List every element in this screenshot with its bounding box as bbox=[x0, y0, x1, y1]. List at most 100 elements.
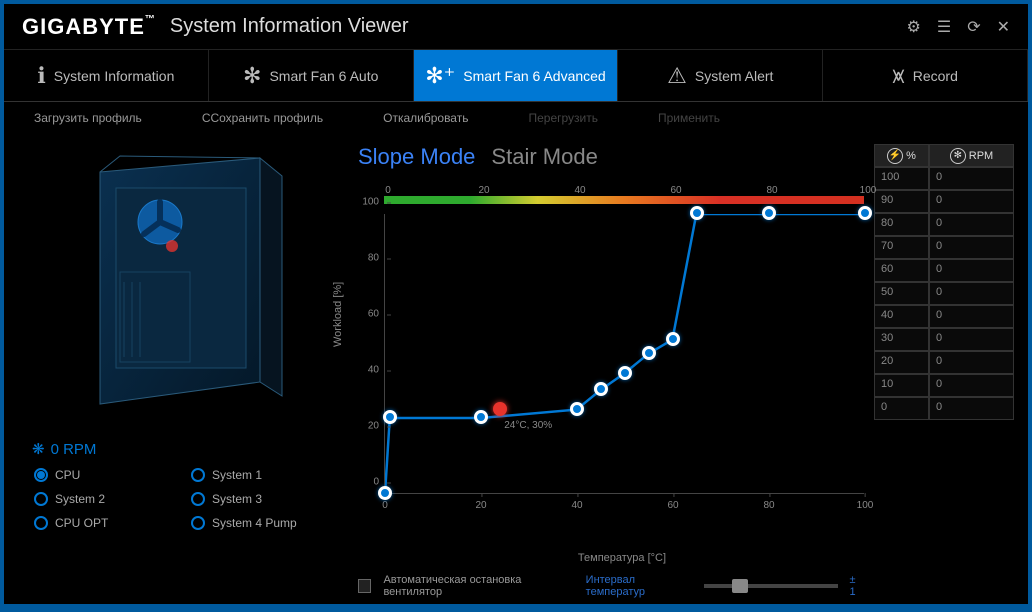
table-row[interactable]: 200 bbox=[874, 351, 1014, 374]
cell-rpm: 0 bbox=[929, 282, 1014, 305]
cell-pct: 90 bbox=[874, 190, 929, 213]
auto-stop-checkbox[interactable] bbox=[358, 579, 371, 593]
rpm-section: ❋ 0 RPM CPU System 1 System 2 System 3 CPU O… bbox=[18, 440, 328, 530]
radio-icon bbox=[191, 468, 205, 482]
curve-point[interactable] bbox=[570, 402, 584, 416]
interval-value: ± 1 bbox=[850, 574, 865, 598]
curve-point[interactable] bbox=[762, 206, 776, 220]
cell-rpm: 0 bbox=[929, 167, 1014, 190]
subnav-item-0[interactable]: Загрузить профиль bbox=[34, 111, 142, 125]
table-row[interactable]: 400 bbox=[874, 305, 1014, 328]
fan-radio-system-2[interactable]: System 2 bbox=[34, 492, 171, 506]
fan-small-icon: ✻ bbox=[950, 148, 966, 164]
curve-point[interactable] bbox=[666, 332, 680, 346]
radio-icon bbox=[34, 492, 48, 506]
interval-slider[interactable] bbox=[704, 584, 837, 588]
table-row[interactable]: 700 bbox=[874, 236, 1014, 259]
cell-rpm: 0 bbox=[929, 305, 1014, 328]
radio-icon bbox=[34, 516, 48, 530]
xtick: 60 bbox=[667, 500, 678, 511]
cell-pct: 20 bbox=[874, 351, 929, 374]
y-axis-label: Workload [%] bbox=[332, 282, 344, 347]
subnav-item-2[interactable]: Откалибровать bbox=[383, 111, 468, 125]
title-icon-group: ⚙ ☰ ⟳ ✕ bbox=[907, 17, 1011, 37]
curve-point[interactable] bbox=[383, 410, 397, 424]
table-row[interactable]: 900 bbox=[874, 190, 1014, 213]
ytick: 80 bbox=[368, 253, 385, 264]
chart-panel: Slope Mode Stair Mode 020406080100 Workl… bbox=[328, 144, 864, 594]
curve-point[interactable] bbox=[642, 346, 656, 360]
ytick: 100 bbox=[362, 197, 385, 208]
subnav-item-4: Применить bbox=[658, 111, 720, 125]
list-icon[interactable]: ☰ bbox=[937, 17, 951, 37]
xtick: 20 bbox=[475, 500, 486, 511]
tab-0[interactable]: ℹSystem Information bbox=[4, 50, 209, 101]
table-row[interactable]: 1000 bbox=[874, 167, 1014, 190]
fan-curve-plot[interactable]: 02040608010002040608010024°C, 30% bbox=[384, 214, 864, 494]
cell-rpm: 0 bbox=[929, 397, 1014, 420]
table-row[interactable]: 300 bbox=[874, 328, 1014, 351]
cell-rpm: 0 bbox=[929, 351, 1014, 374]
tab-icon: ⚠ bbox=[667, 63, 687, 89]
table-row[interactable]: 800 bbox=[874, 213, 1014, 236]
curve-point[interactable] bbox=[858, 206, 872, 220]
cell-pct: 30 bbox=[874, 328, 929, 351]
tab-icon: ✻⁺ bbox=[425, 63, 455, 89]
table-header: ⚡% ✻RPM bbox=[874, 144, 1014, 167]
x-axis-label: Температура [°C] bbox=[380, 552, 864, 564]
close-icon[interactable]: ✕ bbox=[997, 17, 1010, 37]
tab-3[interactable]: ⚠System Alert bbox=[618, 50, 823, 101]
case-illustration bbox=[60, 152, 290, 422]
live-point bbox=[493, 402, 507, 416]
table-row[interactable]: 600 bbox=[874, 259, 1014, 282]
curve-point[interactable] bbox=[618, 366, 632, 380]
table-body: 100090080070060050040030020010000 bbox=[874, 167, 1014, 420]
right-panel: Slope Mode Stair Mode 020406080100 Workl… bbox=[328, 144, 1014, 594]
tab-2[interactable]: ✻⁺Smart Fan 6 Advanced bbox=[414, 50, 619, 101]
cell-pct: 50 bbox=[874, 282, 929, 305]
ytick: 20 bbox=[368, 421, 385, 432]
auto-stop-label: Автоматическая остановка вентилятор bbox=[383, 574, 573, 598]
cell-rpm: 0 bbox=[929, 190, 1014, 213]
tab-icon: ⩙ bbox=[892, 63, 904, 89]
tab-1[interactable]: ✻Smart Fan 6 Auto bbox=[209, 50, 414, 101]
settings-icon[interactable]: ⚙ bbox=[907, 17, 921, 37]
rpm-readout: ❋ 0 RPM bbox=[32, 440, 328, 458]
subnav-item-3: Перегрузить bbox=[528, 111, 598, 125]
cell-rpm: 0 bbox=[929, 328, 1014, 351]
fan-radio-system-3[interactable]: System 3 bbox=[191, 492, 328, 506]
fan-radio-system-4-pump[interactable]: System 4 Pump bbox=[191, 516, 328, 530]
gradient-ticks: 020406080100 bbox=[384, 180, 864, 196]
fan-radio-cpu[interactable]: CPU bbox=[34, 468, 171, 482]
mode-switch: Slope Mode Stair Mode bbox=[328, 144, 864, 170]
fan-icon: ❋ bbox=[32, 440, 45, 458]
sub-nav: Загрузить профиль ССохранить профиль Откал… bbox=[4, 102, 1028, 134]
radio-icon bbox=[34, 468, 48, 482]
header-rpm: ✻RPM bbox=[929, 144, 1014, 167]
cell-pct: 40 bbox=[874, 305, 929, 328]
tab-4[interactable]: ⩙Record bbox=[823, 50, 1028, 101]
xtick: 80 bbox=[763, 500, 774, 511]
table-row[interactable]: 500 bbox=[874, 282, 1014, 305]
curve-point[interactable] bbox=[378, 486, 392, 500]
mode-stair[interactable]: Stair Mode bbox=[491, 144, 597, 170]
header-pct: ⚡% bbox=[874, 144, 929, 167]
ytick: 40 bbox=[368, 365, 385, 376]
interval-label: Интервал температур bbox=[586, 574, 692, 598]
mode-slope[interactable]: Slope Mode bbox=[358, 144, 475, 170]
subnav-item-1[interactable]: ССохранить профиль bbox=[202, 111, 323, 125]
fan-radio-cpu-opt[interactable]: CPU OPT bbox=[34, 516, 171, 530]
fan-radio-system-1[interactable]: System 1 bbox=[191, 468, 328, 482]
curve-point[interactable] bbox=[594, 382, 608, 396]
slider-thumb[interactable] bbox=[732, 579, 748, 593]
table-row[interactable]: 100 bbox=[874, 374, 1014, 397]
cell-pct: 60 bbox=[874, 259, 929, 282]
xtick: 100 bbox=[857, 500, 874, 511]
cell-rpm: 0 bbox=[929, 236, 1014, 259]
fan-radio-group: CPU System 1 System 2 System 3 CPU OPT System… bbox=[32, 468, 328, 530]
curve-point[interactable] bbox=[474, 410, 488, 424]
bolt-icon: ⚡ bbox=[887, 148, 903, 164]
table-row[interactable]: 00 bbox=[874, 397, 1014, 420]
refresh-icon[interactable]: ⟳ bbox=[967, 17, 980, 37]
curve-point[interactable] bbox=[690, 206, 704, 220]
